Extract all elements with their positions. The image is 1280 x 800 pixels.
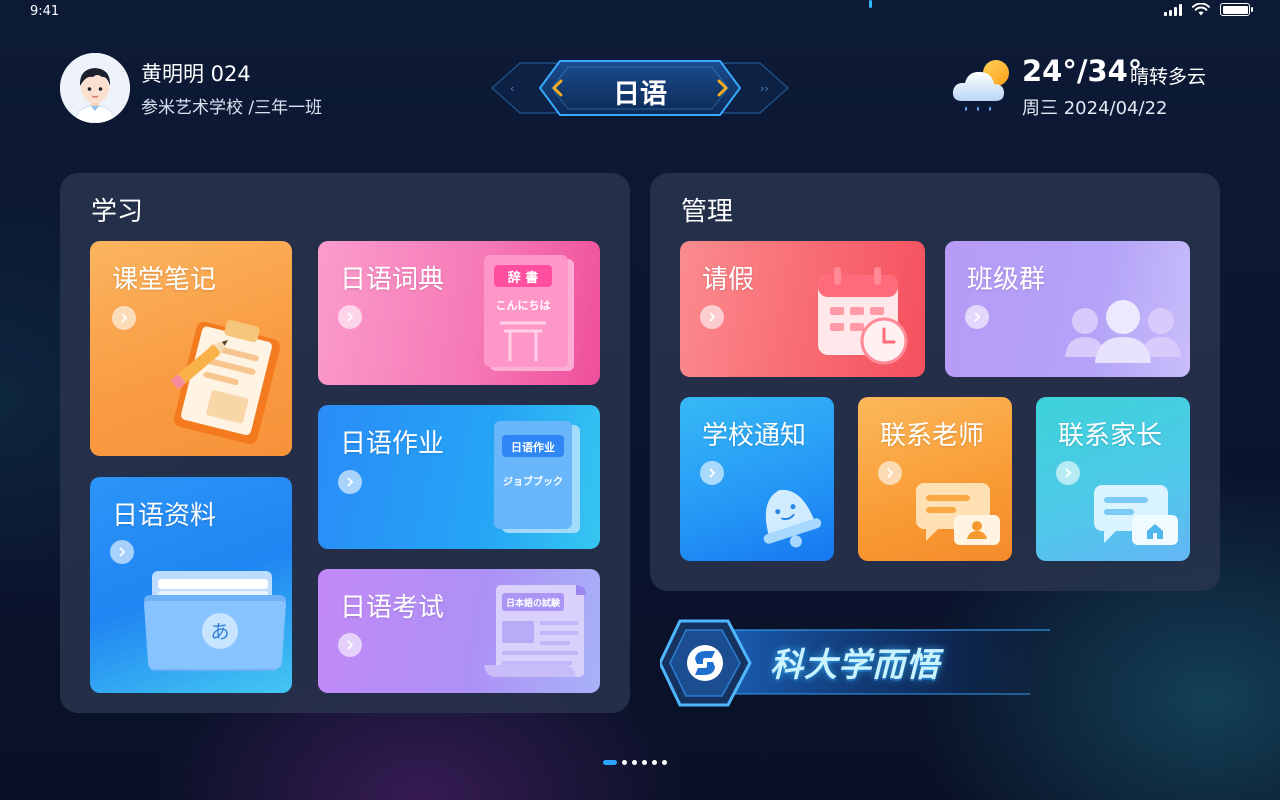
folder-char: あ bbox=[210, 621, 229, 643]
exam-tag: 日本語の試験 bbox=[506, 597, 561, 609]
chat-teacher-icon bbox=[916, 483, 1000, 545]
brand-slogan: 科大学而悟 bbox=[770, 645, 940, 684]
chevron-right-icon bbox=[965, 305, 989, 329]
card-japanese-dictionary[interactable]: 日语词典 辞 書 こんにちは bbox=[318, 241, 600, 385]
weather-date: 周三 2024/04/22 bbox=[1022, 98, 1168, 119]
subject-label[interactable]: 日语 bbox=[590, 72, 690, 111]
homework-tag: 日语作业 bbox=[511, 440, 555, 454]
card-class-group[interactable]: 班级群 bbox=[945, 241, 1190, 377]
svg-text:››: ›› bbox=[760, 82, 769, 95]
signal-icon bbox=[1164, 3, 1182, 16]
dict-word: こんにちは bbox=[496, 299, 551, 312]
card-japanese-exam[interactable]: 日语考试 日本語の試験 bbox=[318, 569, 600, 693]
card-label: 联系家长 bbox=[1058, 421, 1163, 451]
weather-description: 晴转多云 bbox=[1130, 66, 1207, 88]
chevron-right-icon bbox=[110, 540, 134, 564]
card-school-notice[interactable]: 学校通知 bbox=[680, 397, 834, 561]
page-dot[interactable] bbox=[642, 760, 647, 765]
card-contact-parent[interactable]: 联系家长 bbox=[1036, 397, 1190, 561]
dict-tag: 辞 書 bbox=[508, 270, 539, 286]
chevron-right-icon bbox=[878, 461, 902, 485]
card-japanese-materials[interactable]: 日语资料 あ bbox=[90, 477, 292, 693]
page-indicator[interactable] bbox=[603, 760, 667, 765]
page-dot[interactable] bbox=[632, 760, 637, 765]
exam-paper-icon: 日本語の試験 bbox=[484, 585, 586, 677]
card-label: 日语作业 bbox=[340, 429, 445, 459]
status-icons bbox=[1164, 3, 1253, 16]
card-label: 联系老师 bbox=[880, 421, 985, 451]
card-label: 班级群 bbox=[967, 265, 1046, 295]
profile-school: 参米艺术学校 /三年一班 bbox=[141, 98, 323, 118]
manage-title: 管理 bbox=[681, 197, 734, 227]
chevron-right-icon bbox=[1056, 461, 1080, 485]
avatar[interactable] bbox=[60, 53, 130, 123]
card-label: 课堂笔记 bbox=[112, 265, 217, 295]
card-label: 请假 bbox=[702, 265, 755, 295]
workbook-icon: 日语作业 ジョブブック bbox=[494, 421, 580, 533]
card-label: 日语词典 bbox=[340, 265, 445, 295]
battery-icon bbox=[1220, 3, 1253, 16]
next-subject-button[interactable] bbox=[716, 79, 730, 97]
study-title: 学习 bbox=[91, 197, 144, 227]
bell-icon bbox=[763, 489, 822, 548]
clipboard-icon bbox=[171, 320, 281, 445]
wifi-icon bbox=[1192, 3, 1210, 16]
homework-word: ジョブブック bbox=[503, 475, 563, 488]
card-contact-teacher[interactable]: 联系老师 bbox=[858, 397, 1012, 561]
chevron-right-icon bbox=[700, 461, 724, 485]
card-label: 日语考试 bbox=[340, 593, 445, 623]
chevron-right-icon bbox=[112, 306, 136, 330]
svg-text:‹: ‹ bbox=[510, 82, 514, 95]
chevron-right-icon bbox=[338, 470, 362, 494]
profile-name: 黄明明 024 bbox=[141, 62, 251, 86]
card-leave[interactable]: 请假 bbox=[680, 241, 925, 377]
card-japanese-homework[interactable]: 日语作业 日语作业 ジョブブック bbox=[318, 405, 600, 549]
page-dot[interactable] bbox=[662, 760, 667, 765]
status-time: 9:41 bbox=[30, 4, 60, 19]
prev-subject-button[interactable] bbox=[550, 79, 564, 97]
partly-cloudy-rain-icon bbox=[952, 60, 1009, 111]
card-class-notes[interactable]: 课堂笔记 bbox=[90, 241, 292, 456]
chevron-right-icon bbox=[700, 305, 724, 329]
chevron-right-icon bbox=[338, 305, 362, 329]
calendar-clock-icon bbox=[818, 267, 908, 365]
top-indicator bbox=[869, 0, 872, 8]
card-label: 日语资料 bbox=[112, 501, 217, 531]
page-dot[interactable] bbox=[622, 760, 627, 765]
folder-icon: あ bbox=[144, 571, 286, 671]
temperature: 24°/34° bbox=[1022, 54, 1143, 88]
page-dot-active[interactable] bbox=[603, 760, 617, 765]
group-people-icon bbox=[1065, 300, 1181, 363]
chevron-right-icon bbox=[338, 633, 362, 657]
dictionary-book-icon: 辞 書 こんにちは bbox=[484, 255, 574, 371]
card-label: 学校通知 bbox=[702, 421, 807, 451]
page-dot[interactable] bbox=[652, 760, 657, 765]
chat-home-icon bbox=[1094, 485, 1178, 545]
